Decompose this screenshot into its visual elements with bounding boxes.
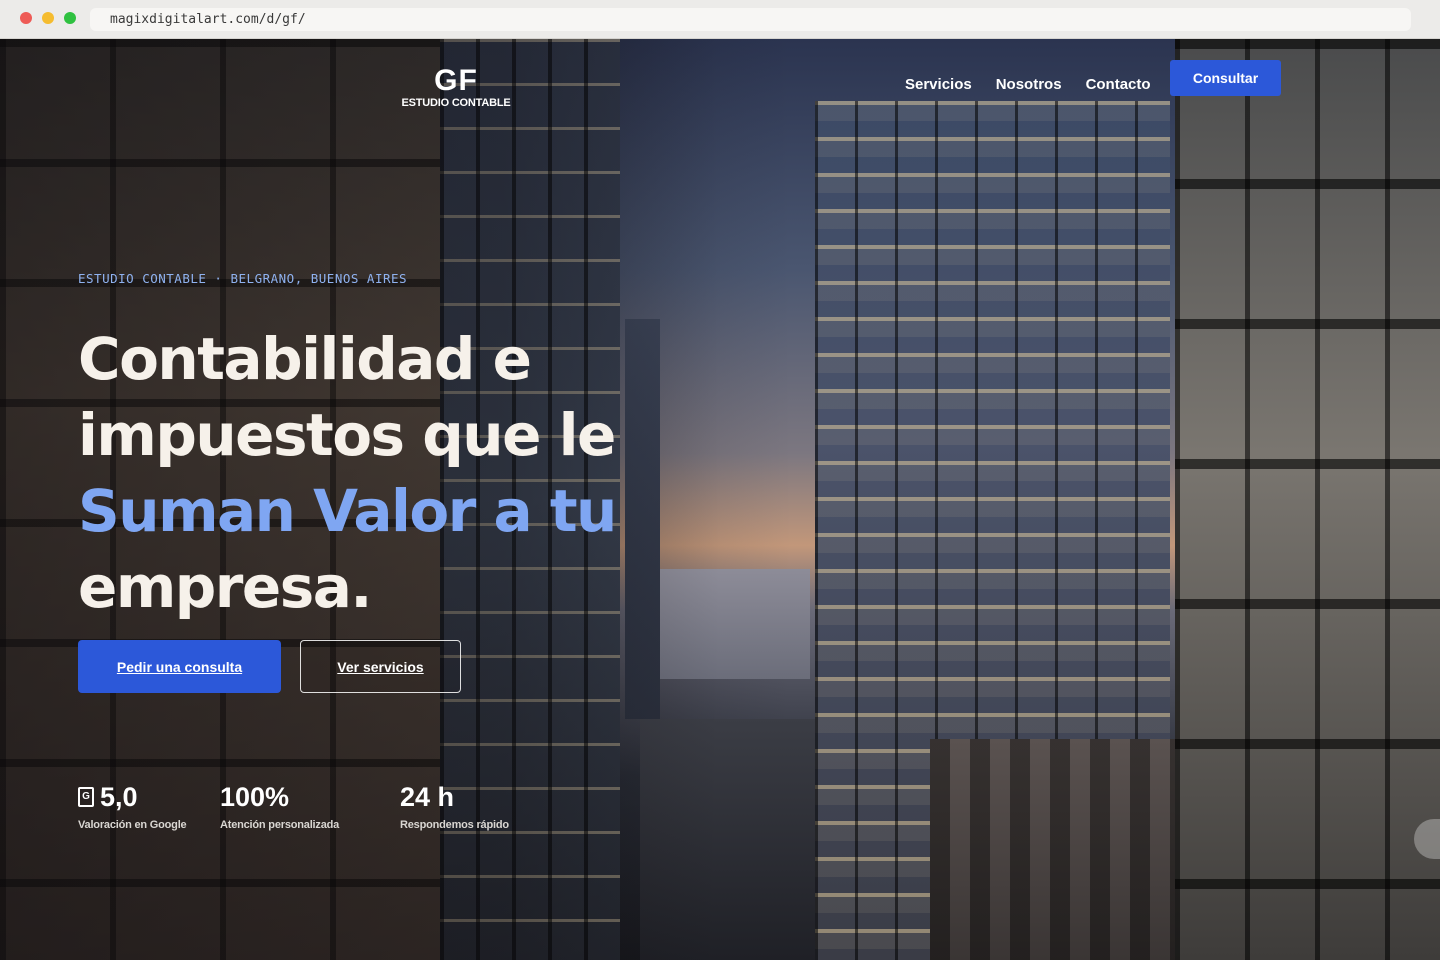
logo-mark: GF bbox=[434, 64, 478, 97]
stat-attention: 100% Atención personalizada bbox=[220, 781, 339, 831]
headline-line: Contabilidad e bbox=[78, 325, 532, 393]
main-nav: Servicios Nosotros Contacto bbox=[905, 75, 1151, 95]
browser-chrome: magixdigitalart.com/d/gf/ bbox=[0, 0, 1440, 39]
stat-value: 24 h bbox=[400, 782, 455, 812]
headline-accent: Suman Valor a tu bbox=[78, 477, 617, 545]
headline-line: empresa. bbox=[78, 553, 372, 621]
close-window-button[interactable] bbox=[20, 12, 32, 24]
nav-link-servicios[interactable]: Servicios bbox=[905, 75, 972, 95]
nav-link-contacto[interactable]: Contacto bbox=[1086, 75, 1151, 95]
stat-label: Atención personalizada bbox=[220, 819, 340, 831]
stat-label: Valoración en Google bbox=[78, 819, 187, 831]
hero-headline: Contabilidad e impuestos que le Suman Va… bbox=[78, 321, 638, 625]
request-consultation-button[interactable]: Pedir una consulta bbox=[78, 640, 281, 693]
view-services-button[interactable]: Ver servicios bbox=[300, 640, 461, 693]
nav-link-nosotros[interactable]: Nosotros bbox=[996, 75, 1062, 95]
stat-response: 24 h Respondemos rápido bbox=[400, 781, 509, 831]
hero-eyebrow: ESTUDIO CONTABLE · BELGRANO, BUENOS AIRE… bbox=[78, 271, 408, 286]
stat-label: Respondemos rápido bbox=[400, 819, 509, 831]
stat-value: 100% bbox=[220, 782, 290, 812]
minimize-window-button[interactable] bbox=[42, 12, 54, 24]
stat-value: 5,0 bbox=[100, 782, 138, 812]
logo[interactable]: GF ESTUDIO CONTABLE bbox=[400, 64, 512, 110]
maximize-window-button[interactable] bbox=[64, 12, 76, 24]
address-bar[interactable]: magixdigitalart.com/d/gf/ bbox=[90, 8, 1411, 31]
headline-line: impuestos que le bbox=[78, 401, 616, 469]
consultar-button[interactable]: Consultar bbox=[1170, 60, 1281, 96]
stat-rating: G 5,0 Valoración en Google bbox=[78, 781, 187, 831]
google-icon: G bbox=[78, 787, 94, 807]
hero-section: GF ESTUDIO CONTABLE Servicios Nosotros C… bbox=[0, 39, 1440, 960]
logo-subtitle: ESTUDIO CONTABLE bbox=[401, 97, 511, 109]
